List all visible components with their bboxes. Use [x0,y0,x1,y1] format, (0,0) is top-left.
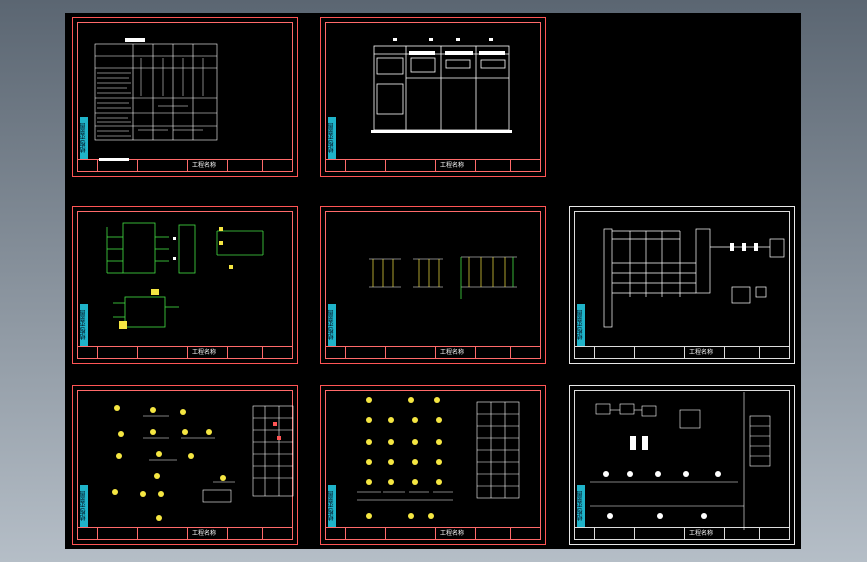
symbols-grid-drawing [357,397,520,519]
sheet-2[interactable]: 结构示意图 工程名称 [320,17,546,177]
cabinet-elevation-drawing [371,38,512,133]
symbols-table-drawing [112,405,294,521]
sheet-4[interactable]: 结构示意图 工程名称 [320,206,546,364]
sheet-8[interactable]: 结构示意图 工程名称 [569,385,795,545]
sheet-3[interactable]: 结构示意图 工程名称 [72,206,298,364]
green-wiring-drawing [106,222,264,329]
busbar-diagram-drawing [603,228,785,328]
table-schematic-drawing [94,38,218,161]
sheet-1[interactable]: 结构示意图 工程名称 [72,17,298,177]
sheet-7[interactable]: 结构示意图 工程名称 [320,385,546,545]
white-schematic-drawing [590,392,771,530]
sheet-5[interactable]: 结构示意图 工程名称 [569,206,795,364]
circuit-groups-drawing [369,256,517,299]
drawing-canvas[interactable]: 结构示意图 工程名称 结构示意图 工程名称 结构示意图 工程名称 结构示意图 工… [65,13,801,549]
sheet-6[interactable]: 结构示意图 工程名称 [72,385,298,545]
